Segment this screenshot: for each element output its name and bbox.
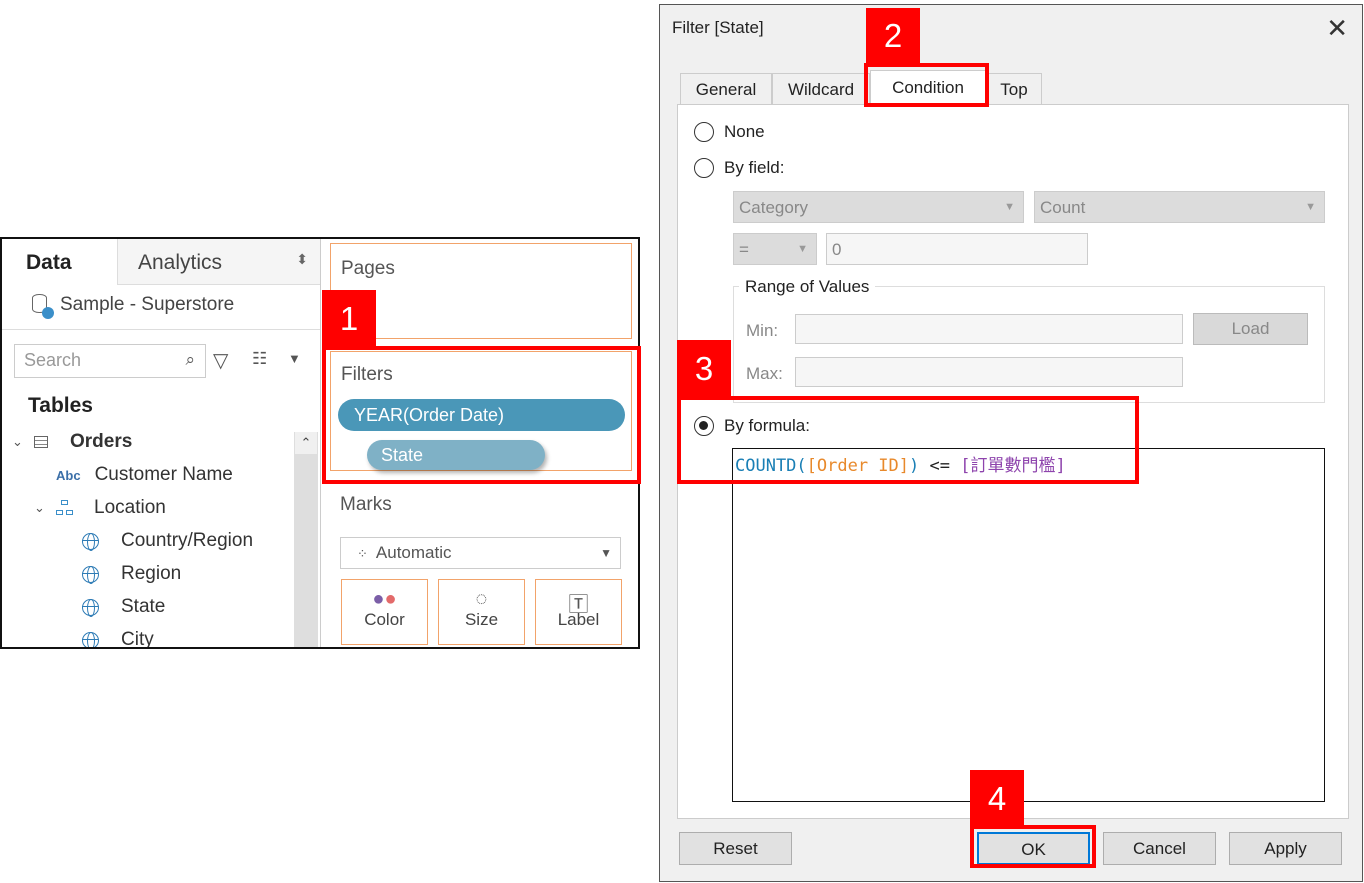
- close-icon[interactable]: ✕: [1326, 13, 1348, 44]
- radio-by-field-label: By field:: [724, 158, 785, 177]
- list-view-icon[interactable]: ☷: [252, 349, 267, 369]
- load-button[interactable]: Load: [1193, 313, 1308, 345]
- automatic-icon: ⁘: [357, 546, 368, 561]
- radio-by-field[interactable]: By field:: [694, 158, 784, 178]
- tree-item-state[interactable]: State: [82, 596, 165, 618]
- reset-button[interactable]: Reset: [679, 832, 792, 865]
- database-icon: [32, 294, 54, 319]
- tree-item-label: Customer Name: [94, 464, 233, 485]
- tables-heading: Tables: [28, 394, 93, 417]
- value-input[interactable]: 0: [826, 233, 1088, 265]
- max-label: Max:: [746, 364, 783, 383]
- tab-data[interactable]: Data: [2, 239, 117, 285]
- table-icon: [34, 436, 48, 448]
- divider: [2, 329, 320, 330]
- datasource[interactable]: Sample - Superstore: [32, 294, 235, 319]
- mark-type-value: Automatic: [375, 543, 452, 562]
- size-button-label: Size: [464, 610, 499, 629]
- chevron-down-icon[interactable]: ⌄: [34, 500, 56, 516]
- step-2-badge: 2: [866, 8, 920, 64]
- color-button[interactable]: ●● Color: [341, 579, 428, 645]
- step-3-highlight: [677, 396, 1139, 484]
- globe-icon: [82, 631, 99, 647]
- color-icon: ●●: [372, 588, 397, 610]
- label-icon: 🅃: [568, 594, 589, 616]
- tree-item-location[interactable]: ⌄ Location: [34, 497, 166, 519]
- apply-button[interactable]: Apply: [1229, 832, 1342, 865]
- step-4-badge: 4: [970, 770, 1024, 828]
- step-4-highlight: [970, 825, 1096, 868]
- aggregation-select[interactable]: Count ▼: [1034, 191, 1325, 223]
- operator-select-value: =: [739, 240, 749, 259]
- tree-item-label: City: [121, 629, 154, 649]
- tree-item-orders[interactable]: ⌄ Orders: [12, 431, 132, 453]
- step-3-badge: 3: [677, 340, 731, 398]
- chevron-down-icon: ▼: [600, 546, 612, 560]
- radio-none-label: None: [724, 122, 765, 141]
- cancel-button[interactable]: Cancel: [1103, 832, 1216, 865]
- scrollbar[interactable]: [294, 432, 318, 647]
- radio-none[interactable]: None: [694, 122, 765, 142]
- tree-item-label: Country/Region: [121, 530, 254, 551]
- radio-button[interactable]: [694, 158, 714, 178]
- tree-item-city[interactable]: City: [82, 629, 154, 649]
- range-of-values-title: Range of Values: [739, 277, 876, 297]
- step-2-highlight: [864, 63, 989, 107]
- hierarchy-icon: [56, 500, 74, 516]
- min-label: Min:: [746, 321, 779, 340]
- dialog-title: Filter [State]: [672, 18, 764, 37]
- radio-button[interactable]: [694, 122, 714, 142]
- marks-card-title: Marks: [340, 494, 392, 515]
- tree-item-label: Orders: [70, 431, 133, 452]
- tree-item-country-region[interactable]: Country/Region: [82, 530, 253, 552]
- color-button-label: Color: [364, 610, 405, 629]
- chevron-down-icon[interactable]: ⌄: [12, 434, 34, 450]
- tab-general[interactable]: General: [680, 73, 772, 105]
- step-1-badge: 1: [322, 290, 376, 348]
- size-icon: ◌: [475, 588, 488, 610]
- search-icon: ⌕: [185, 350, 195, 369]
- tree-item-label: Location: [94, 497, 166, 518]
- chevron-down-icon: ▼: [797, 243, 808, 255]
- string-type-icon: Abc: [56, 467, 81, 483]
- tab-wildcard[interactable]: Wildcard: [772, 73, 870, 105]
- tree-item-customer-name[interactable]: Abc Customer Name: [56, 464, 233, 486]
- formula-editor[interactable]: COUNTD([Order ID]) <= [訂單數門檻]: [732, 448, 1325, 802]
- chevron-down-icon[interactable]: ▼: [288, 351, 301, 366]
- operator-select[interactable]: = ▼: [733, 233, 817, 265]
- tree-item-label: Region: [121, 563, 182, 584]
- scroll-up-icon[interactable]: ⌃: [295, 432, 317, 454]
- max-input[interactable]: [795, 357, 1183, 387]
- pane-divider: [320, 239, 321, 647]
- size-button[interactable]: ◌ Size: [438, 579, 525, 645]
- mark-type-select[interactable]: ⁘ Automatic ▼: [340, 537, 621, 569]
- label-button-label: Label: [557, 610, 600, 629]
- sort-arrows-icon[interactable]: ⬍: [296, 251, 308, 268]
- field-select[interactable]: Category ▼: [733, 191, 1024, 223]
- tab-top[interactable]: Top: [986, 73, 1042, 105]
- label-button[interactable]: 🅃 Label: [535, 579, 622, 645]
- tree-item-region[interactable]: Region: [82, 563, 181, 585]
- field-select-value: Category: [739, 198, 808, 217]
- step-1-highlight: [322, 346, 641, 484]
- chevron-down-icon: ▼: [1004, 201, 1015, 213]
- min-input[interactable]: [795, 314, 1183, 344]
- tab-analytics-label: Analytics: [138, 251, 223, 274]
- globe-icon: [82, 532, 99, 551]
- tab-analytics[interactable]: Analytics ⬍: [117, 239, 320, 285]
- search-input[interactable]: Search ⌕: [14, 344, 206, 378]
- globe-icon: [82, 598, 99, 617]
- aggregation-select-value: Count: [1040, 198, 1086, 217]
- datasource-label: Sample - Superstore: [60, 294, 235, 315]
- chevron-down-icon: ▼: [1305, 201, 1316, 213]
- filter-icon[interactable]: ▽: [213, 348, 228, 373]
- search-placeholder: Search: [24, 350, 82, 370]
- tree-item-label: State: [121, 596, 166, 617]
- pages-shelf-title: Pages: [341, 258, 395, 279]
- globe-icon: [82, 565, 99, 584]
